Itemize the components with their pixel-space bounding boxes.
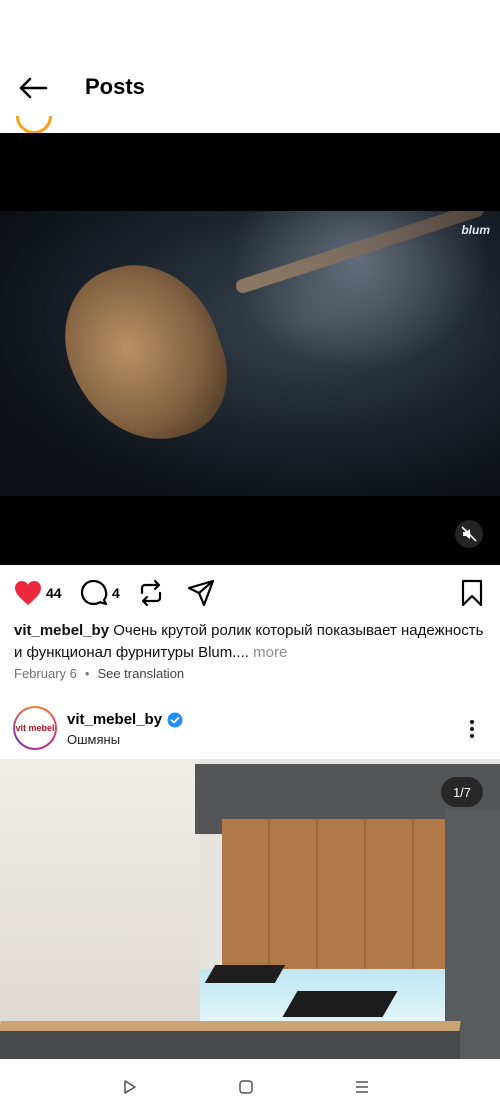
post-username[interactable]: vit_mebel_by [67,711,183,728]
heart-icon [15,581,41,605]
avatar[interactable]: vit mebel [13,706,57,750]
nav-home-button[interactable] [234,1075,258,1099]
comment-bubble-icon [80,579,108,606]
menu-lines-icon [356,1081,368,1093]
post-header: vit mebel vit_mebel_by Ошмяны [0,703,500,755]
verified-badge-icon [167,712,183,727]
like-button[interactable]: 44 [14,578,62,608]
page-title: Posts [85,74,145,99]
system-nav-bar [0,1059,500,1111]
back-button[interactable] [16,72,50,104]
repost-button[interactable] [138,578,164,608]
share-button[interactable] [187,578,215,608]
post-meta: February 6 • See translation [14,666,184,681]
caption-username[interactable]: vit_mebel_by [14,622,109,639]
send-plane-icon [187,579,215,607]
avatar-ring [16,116,52,133]
more-link[interactable]: more [253,644,287,661]
more-options-button[interactable] [460,717,484,741]
mute-button[interactable] [455,520,483,548]
previous-post-header [0,116,500,133]
save-button[interactable] [460,578,484,608]
comment-count: 4 [112,585,120,601]
like-count: 44 [46,585,62,601]
triangle-back-icon [124,1080,136,1094]
separator-dot: • [84,666,90,681]
bookmark-icon [461,579,483,607]
video-frame: blum [0,211,500,496]
square-home-icon [239,1080,253,1094]
see-translation-link[interactable]: See translation [97,666,184,681]
arrow-left-icon [19,77,48,99]
comment-button[interactable]: 4 [80,578,120,608]
username-text: vit_mebel_by [67,711,163,728]
carousel-counter: 1/7 [441,777,483,807]
nav-recents-button[interactable] [350,1075,374,1099]
post-date: February 6 [14,666,77,681]
nav-back-button[interactable] [118,1075,142,1099]
top-bar: Posts [0,60,500,116]
post-location[interactable]: Ошмяны [67,732,120,747]
post-caption: vit_mebel_by Очень крутой ролик который … [14,620,492,664]
post-video[interactable]: blum [0,133,500,565]
repost-icon [140,579,162,607]
speaker-muted-icon [461,526,477,542]
post-image[interactable]: 1/7 [0,759,500,1059]
post-actions: 44 4 [0,575,500,611]
video-brand-watermark: blum [461,223,490,237]
avatar-logo: vit mebel [15,708,55,748]
